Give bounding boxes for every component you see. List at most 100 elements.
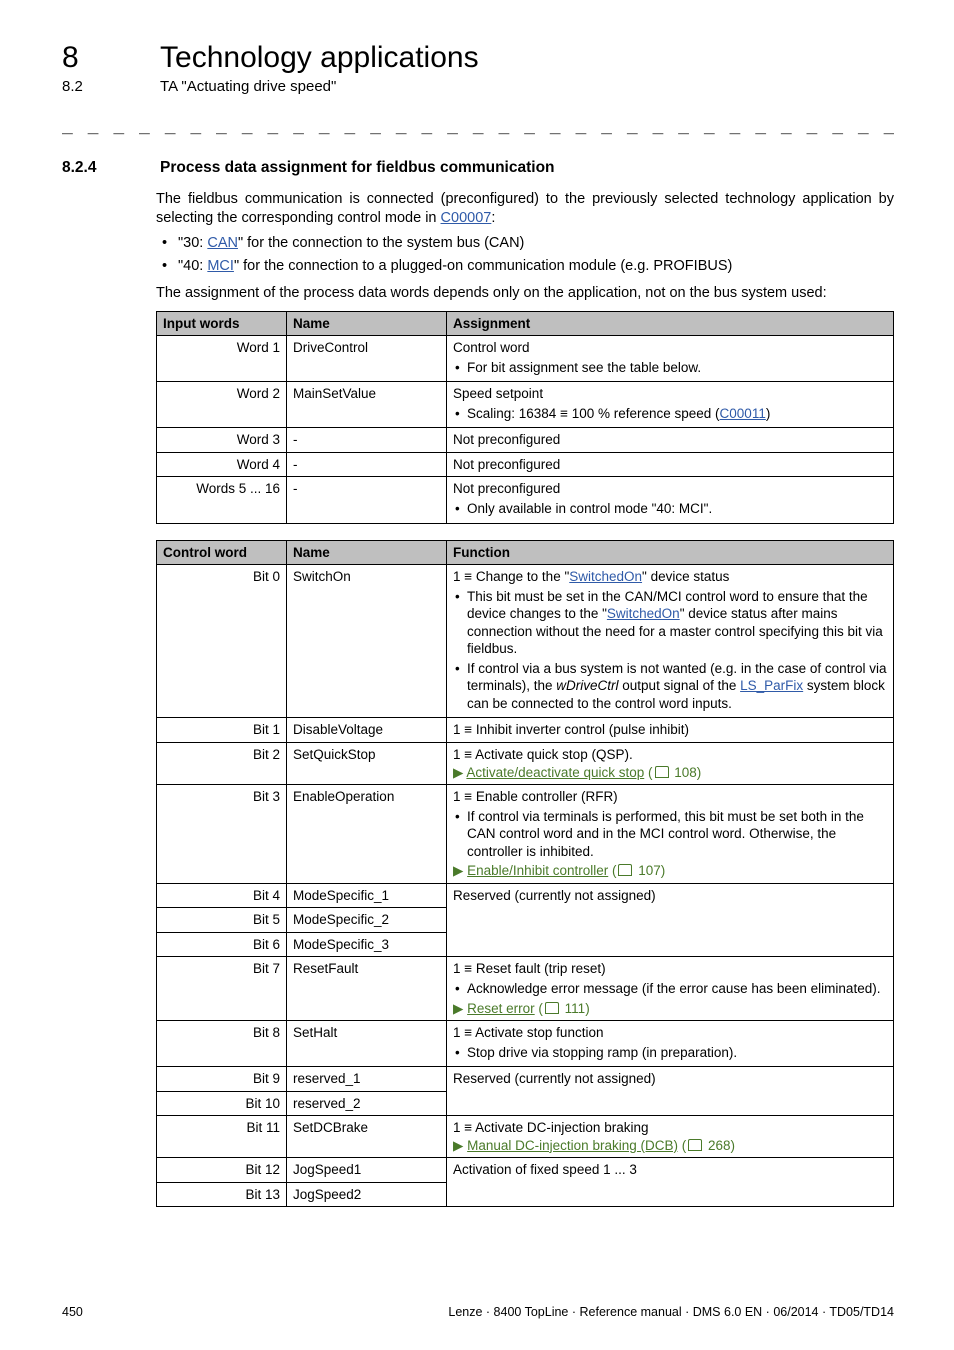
chapter-number: 8	[62, 38, 156, 77]
intro-paragraph: The fieldbus communication is connected …	[156, 190, 894, 228]
text: Scaling: 16384 ≡ 100 % reference speed (…	[467, 405, 887, 423]
book-icon	[543, 1001, 561, 1016]
cell: 1 ≡ Inhibit inverter control (pulse inhi…	[447, 718, 894, 743]
text: Speed setpoint	[453, 386, 543, 401]
text: Only available in control mode "40: MCI"…	[467, 500, 887, 518]
table-row: Bit 9 reserved_1 Reserved (currently not…	[157, 1067, 894, 1092]
cell: reserved_2	[287, 1091, 447, 1116]
table-row: Word 2 MainSetValue Speed setpoint Scali…	[157, 382, 894, 428]
cell: reserved_1	[287, 1067, 447, 1092]
text: 1 ≡ Activate DC-injection braking	[453, 1120, 648, 1135]
page-header: 8 Technology applications 8.2 TA "Actuat…	[62, 38, 894, 97]
cell: Bit 10	[157, 1091, 287, 1116]
book-icon	[616, 863, 634, 878]
book-icon	[653, 765, 671, 780]
text: :	[491, 210, 495, 226]
control-word-table: Control word Name Function Bit 0 SwitchO…	[156, 540, 894, 1208]
book-icon	[686, 1138, 704, 1153]
bullet-mci: "40: MCI" for the connection to a plugge…	[176, 257, 894, 276]
cell: Activation of fixed speed 1 ... 3	[447, 1158, 894, 1207]
section-heading: 8.2.4 Process data assignment for fieldb…	[62, 158, 894, 178]
separator: _ _ _ _ _ _ _ _ _ _ _ _ _ _ _ _ _ _ _ _ …	[62, 113, 894, 136]
cell: MainSetValue	[287, 382, 447, 428]
cell: Bit 13	[157, 1182, 287, 1207]
chapter-title: Technology applications	[160, 38, 479, 77]
text: wDriveCtrl	[556, 678, 618, 693]
link-c00011[interactable]: C00011	[720, 406, 766, 421]
table-row: Bit 1 DisableVoltage 1 ≡ Inhibit inverte…	[157, 718, 894, 743]
cell: Bit 11	[157, 1116, 287, 1158]
cell: -	[287, 477, 447, 523]
text: Acknowledge error message (if the error …	[467, 980, 887, 998]
subchapter-title: TA "Actuating drive speed"	[160, 77, 336, 97]
cell: Bit 1	[157, 718, 287, 743]
cell: ModeSpecific_2	[287, 908, 447, 933]
cell: JogSpeed2	[287, 1182, 447, 1207]
cell: Bit 0	[157, 565, 287, 718]
cell: Not preconfigured	[447, 452, 894, 477]
footer-reference: Lenze · 8400 TopLine · Reference manual …	[448, 1304, 894, 1320]
col-header: Name	[287, 311, 447, 336]
link-switchedon[interactable]: SwitchedOn	[569, 569, 642, 584]
cell: ResetFault	[287, 957, 447, 1021]
cell: Word 3	[157, 428, 287, 453]
cell: ModeSpecific_1	[287, 883, 447, 908]
link-can[interactable]: CAN	[207, 235, 238, 251]
cell: Bit 2	[157, 742, 287, 784]
text: For bit assignment see the table below.	[467, 359, 887, 377]
cell: Control word For bit assignment see the …	[447, 336, 894, 382]
assignment-note: The assignment of the process data words…	[156, 284, 894, 303]
cell: Not preconfigured Only available in cont…	[447, 477, 894, 523]
crossref-link[interactable]: ▶ Manual DC-injection braking (DCB) ( 26…	[453, 1138, 735, 1153]
cell: Word 4	[157, 452, 287, 477]
link-c00007[interactable]: C00007	[441, 210, 492, 226]
table-row: Word 3 - Not preconfigured	[157, 428, 894, 453]
text: " for the connection to the system bus (…	[238, 235, 524, 251]
table-row: Word 1 DriveControl Control word For bit…	[157, 336, 894, 382]
cell: EnableOperation	[287, 785, 447, 884]
text: Control word	[453, 340, 530, 355]
cell: 1 ≡ Activate DC-injection braking ▶ Manu…	[447, 1116, 894, 1158]
table-row: Word 4 - Not preconfigured	[157, 452, 894, 477]
bullet-can: "30: CAN" for the connection to the syst…	[176, 234, 894, 253]
table-row: Bit 7 ResetFault 1 ≡ Reset fault (trip r…	[157, 957, 894, 1021]
cell: Bit 9	[157, 1067, 287, 1092]
table-row: Words 5 ... 16 - Not preconfigured Only …	[157, 477, 894, 523]
col-header: Assignment	[447, 311, 894, 336]
text: 1 ≡ Activate stop function	[453, 1025, 603, 1040]
text: 1 ≡ Activate quick stop (QSP).	[453, 747, 633, 762]
link-ls-parfix[interactable]: LS_ParFix	[740, 678, 803, 693]
cell: Bit 5	[157, 908, 287, 933]
text: 1 ≡ Change to the "	[453, 569, 569, 584]
text: Not preconfigured	[453, 481, 560, 496]
text: 1 ≡ Reset fault (trip reset)	[453, 961, 606, 976]
table-row: Bit 3 EnableOperation 1 ≡ Enable control…	[157, 785, 894, 884]
cell: 1 ≡ Change to the "SwitchedOn" device st…	[447, 565, 894, 718]
link-switchedon[interactable]: SwitchedOn	[607, 606, 680, 621]
cell: Reserved (currently not assigned)	[447, 883, 894, 957]
table-row: Bit 4 ModeSpecific_1 Reserved (currently…	[157, 883, 894, 908]
crossref-link[interactable]: ▶ Reset error ( 111)	[453, 1001, 590, 1016]
cell: DriveControl	[287, 336, 447, 382]
crossref-link[interactable]: ▶ Activate/deactivate quick stop ( 108)	[453, 765, 701, 780]
link-mci[interactable]: MCI	[207, 258, 234, 274]
text: Stop drive via stopping ramp (in prepara…	[467, 1044, 887, 1062]
col-header: Name	[287, 540, 447, 565]
subchapter-number: 8.2	[62, 77, 156, 97]
cell: Word 1	[157, 336, 287, 382]
text: 1 ≡ Enable controller (RFR)	[453, 789, 618, 804]
cell: Word 2	[157, 382, 287, 428]
crossref-link[interactable]: ▶ Enable/Inhibit controller ( 107)	[453, 863, 665, 878]
section-body: The fieldbus communication is connected …	[156, 190, 894, 1207]
cell: Speed setpoint Scaling: 16384 ≡ 100 % re…	[447, 382, 894, 428]
text: Scaling: 16384 ≡ 100 % reference speed (	[467, 406, 720, 421]
cell: Bit 8	[157, 1021, 287, 1067]
cell: SetDCBrake	[287, 1116, 447, 1158]
table-row: Bit 12 JogSpeed1 Activation of fixed spe…	[157, 1158, 894, 1183]
text: )	[766, 406, 771, 421]
text: The fieldbus communication is connected …	[156, 191, 894, 226]
section-number: 8.2.4	[62, 158, 156, 178]
cell: Not preconfigured	[447, 428, 894, 453]
input-words-table: Input words Name Assignment Word 1 Drive…	[156, 311, 894, 524]
col-header: Function	[447, 540, 894, 565]
